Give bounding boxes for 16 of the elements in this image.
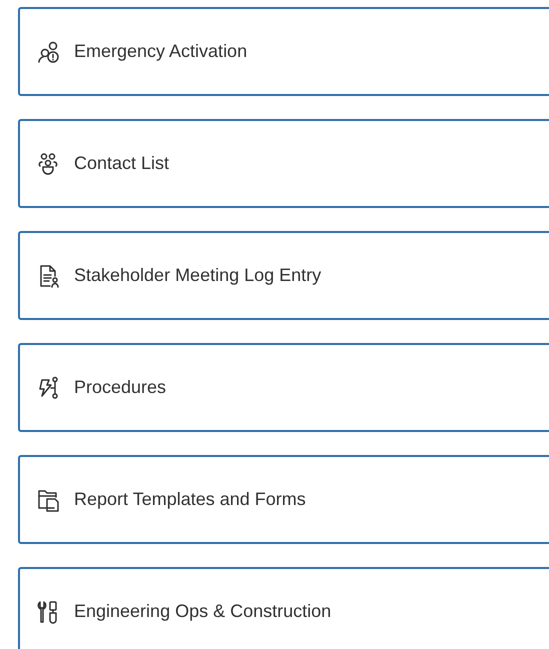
tile-label: Emergency Activation	[74, 40, 248, 63]
menu-tile[interactable]: Engineering Ops & Construction	[18, 567, 549, 649]
people-group-icon	[36, 152, 60, 176]
tile-label: Stakeholder Meeting Log Entry	[74, 264, 322, 287]
menu-tile[interactable]: Report Templates and Forms	[18, 455, 549, 544]
menu-tile[interactable]: Contact List	[18, 119, 549, 208]
menu-tile[interactable]: Emergency Activation	[18, 7, 549, 96]
tile-label: Contact List	[74, 152, 170, 175]
wrench-screwdriver-icon	[36, 600, 60, 624]
tile-label: Report Templates and Forms	[74, 488, 306, 511]
folder-document-icon	[36, 488, 60, 512]
tile-label: Engineering Ops & Construction	[74, 600, 332, 623]
menu-tile[interactable]: Stakeholder Meeting Log Entry	[18, 231, 549, 320]
tile-label: Procedures	[74, 376, 166, 399]
menu-tile[interactable]: Procedures	[18, 343, 549, 432]
person-alert-icon	[36, 40, 60, 64]
